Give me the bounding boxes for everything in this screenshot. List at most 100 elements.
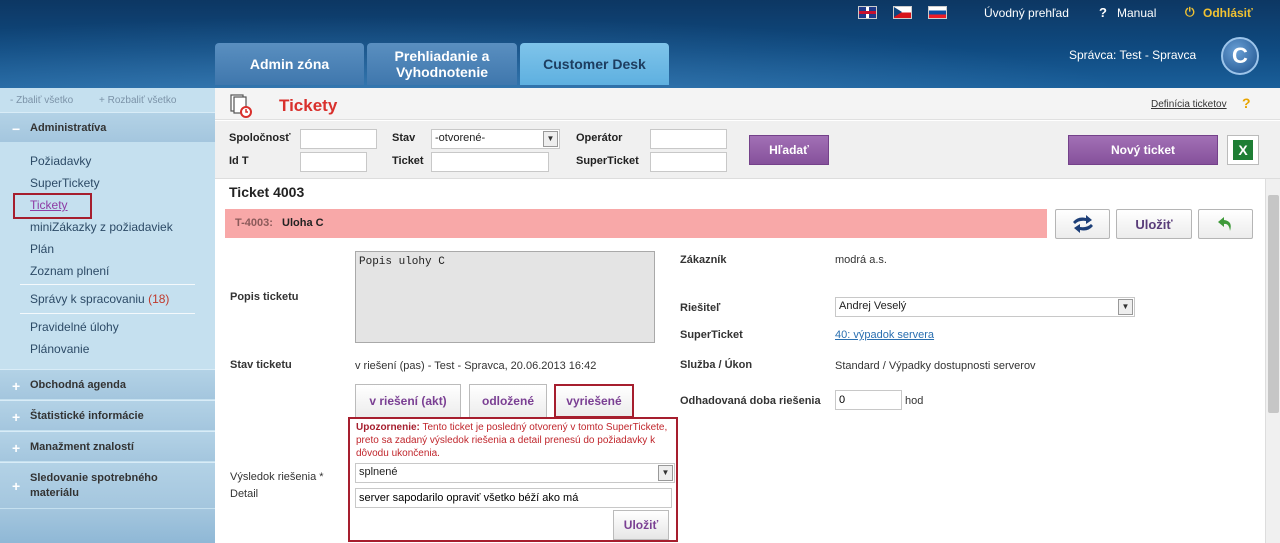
state-in-progress-button[interactable]: v riešení (akt) <box>355 384 461 418</box>
result-select[interactable]: splnené ▼ <box>355 463 675 483</box>
sidebar-section-sledovanie-materialu[interactable]: + Sledovanie spotrebného materiálu <box>0 462 215 508</box>
detail-save-button-label: Uložiť <box>623 518 659 532</box>
solver-select-value: Andrej Veselý <box>839 300 907 312</box>
warning-box: Upozornenie: Tento ticket je posledný ot… <box>348 417 678 542</box>
sidebar-item-zoznam-plneni[interactable]: Zoznam plnení <box>30 264 109 278</box>
ticket-heading: Ticket 4003 <box>229 184 305 200</box>
top-bar: Úvodný prehľad ? Manual ⏻ Odhlásiť Admin… <box>0 0 1280 88</box>
tab-admin-zone-label: Admin zóna <box>249 56 330 72</box>
expand-icon: + <box>12 378 21 394</box>
state-button-label: vyriešené <box>566 394 622 408</box>
manual-link[interactable]: Manual <box>1117 6 1156 20</box>
chevron-down-icon: ▼ <box>1118 299 1133 315</box>
description-textarea[interactable]: Popis ulohy C <box>355 251 655 343</box>
warning-title: Upozornenie: <box>356 422 420 433</box>
ticket-input[interactable] <box>431 152 549 172</box>
tab-admin-zone[interactable]: Admin zóna <box>215 43 364 85</box>
sidebar-item-spravy[interactable]: Správy k spracovaniu (18) <box>30 292 169 306</box>
description-label: Popis ticketu <box>230 291 299 303</box>
new-ticket-button[interactable]: Nový ticket <box>1068 135 1218 165</box>
vertical-scrollbar[interactable] <box>1265 179 1280 543</box>
divider <box>20 284 195 285</box>
customer-label: Zákazník <box>680 254 727 266</box>
uk-flag-icon[interactable] <box>858 6 877 19</box>
ticket-status-label: Stav ticketu <box>230 359 292 371</box>
sidebar-section-administrativa[interactable]: − Administratíva <box>0 112 215 142</box>
power-icon: ⏻ <box>1185 5 1195 19</box>
section-label: Obchodná agenda <box>30 379 126 391</box>
transfer-arrows-icon <box>1072 215 1093 233</box>
company-input[interactable] <box>300 129 377 149</box>
tab-browse-evaluate[interactable]: Prehliadanie a Vyhodnotenie <box>367 43 517 85</box>
section-label: Administratíva <box>30 122 107 134</box>
expand-icon: + <box>12 409 21 425</box>
logout-link[interactable]: Odhlásiť <box>1203 6 1253 20</box>
sidebar-item-plan[interactable]: Plán <box>30 242 54 256</box>
superticket-input[interactable] <box>650 152 727 172</box>
overview-link[interactable]: Úvodný prehľad <box>984 6 1069 20</box>
state-postponed-button[interactable]: odložené <box>469 384 547 418</box>
collapse-all-link[interactable]: - Zbaliť všetko <box>10 95 73 106</box>
detail-input[interactable] <box>355 488 672 508</box>
save-ticket-button[interactable]: Uložiť <box>1116 209 1192 239</box>
excel-export-button[interactable]: X <box>1227 135 1259 165</box>
expand-all-link[interactable]: + Rozbaliť všetko <box>99 95 176 106</box>
divider <box>20 313 195 314</box>
collapse-icon: − <box>12 121 21 137</box>
ticket-name: Uloha C <box>282 217 324 229</box>
sidebar-item-planovanie[interactable]: Plánovanie <box>30 342 89 356</box>
ticket-code: T-4003: <box>235 217 273 229</box>
page-header: Tickety Definícia ticketov ? <box>215 88 1280 120</box>
ticket-definition-link[interactable]: Definícia ticketov <box>1151 99 1227 110</box>
cz-flag-icon[interactable] <box>893 6 912 19</box>
id-input[interactable] <box>300 152 367 172</box>
search-button-label: Hľadať <box>769 143 809 157</box>
sidebar-item-supertickety[interactable]: SuperTickety <box>30 176 100 190</box>
service-label: Služba / Úkon <box>680 359 753 371</box>
section-label: Manažment znalostí <box>30 441 134 453</box>
sidebar-section-manazment-znalosti[interactable]: + Manažment znalostí <box>0 431 215 461</box>
new-ticket-button-label: Nový ticket <box>1110 143 1176 157</box>
duration-unit: hod <box>905 395 924 407</box>
tickets-clock-icon <box>230 94 252 118</box>
company-logo: C <box>1221 37 1259 75</box>
sidebar-item-pravidelne-ulohy[interactable]: Pravidelné úlohy <box>30 320 119 334</box>
sidebar-footer <box>0 509 215 543</box>
sidebar-item-poziadavky[interactable]: Požiadavky <box>30 154 91 168</box>
sk-flag-icon[interactable] <box>928 6 947 19</box>
ticket-title-band: T-4003: Uloha C <box>225 209 1047 238</box>
solver-label: Riešiteľ <box>680 302 721 314</box>
duration-input[interactable] <box>835 390 902 410</box>
status-select[interactable]: -otvorené- ▼ <box>431 129 560 149</box>
sidebar-item-minizakazky[interactable]: miniZákazky z požiadaviek <box>30 220 173 234</box>
state-resolved-button[interactable]: vyriešené <box>554 384 634 418</box>
superticket-link[interactable]: 40: výpadok servera <box>835 329 934 341</box>
status-label: Stav <box>392 132 416 144</box>
excel-icon: X <box>1233 140 1253 160</box>
chevron-down-icon: ▼ <box>658 465 673 481</box>
result-label: Výsledok riešenia * <box>230 471 324 483</box>
sidebar: - Zbaliť všetko + Rozbaliť všetko − Admi… <box>0 88 215 543</box>
operator-input[interactable] <box>650 129 727 149</box>
search-button[interactable]: Hľadať <box>749 135 829 165</box>
sidebar-section-obchodna-agenda[interactable]: + Obchodná agenda <box>0 369 215 399</box>
state-button-label: v riešení (akt) <box>369 394 447 408</box>
solver-select[interactable]: Andrej Veselý ▼ <box>835 297 1135 317</box>
transfer-button[interactable] <box>1055 209 1110 239</box>
superticket-field-label: SuperTicket <box>680 329 743 341</box>
undo-arrow-icon <box>1217 217 1231 231</box>
tab-browse-evaluate-label: Prehliadanie a Vyhodnotenie <box>394 48 490 80</box>
status-select-value: -otvorené- <box>435 132 486 144</box>
back-button[interactable] <box>1198 209 1253 239</box>
detail-save-button[interactable]: Uložiť <box>613 510 669 540</box>
chevron-down-icon: ▼ <box>543 131 558 147</box>
tab-customer-desk-label: Customer Desk <box>543 56 646 72</box>
section-label: Sledovanie spotrebného materiálu <box>30 472 158 499</box>
sidebar-item-spravy-label: Správy k spracovaniu <box>30 292 145 306</box>
operator-label: Operátor <box>576 132 623 144</box>
expand-icon: + <box>12 478 21 494</box>
help-icon[interactable]: ? <box>1242 95 1251 111</box>
scrollbar-thumb[interactable] <box>1268 195 1279 413</box>
sidebar-section-statisticke-informacie[interactable]: + Štatistické informácie <box>0 400 215 430</box>
tab-customer-desk[interactable]: Customer Desk <box>520 43 669 85</box>
